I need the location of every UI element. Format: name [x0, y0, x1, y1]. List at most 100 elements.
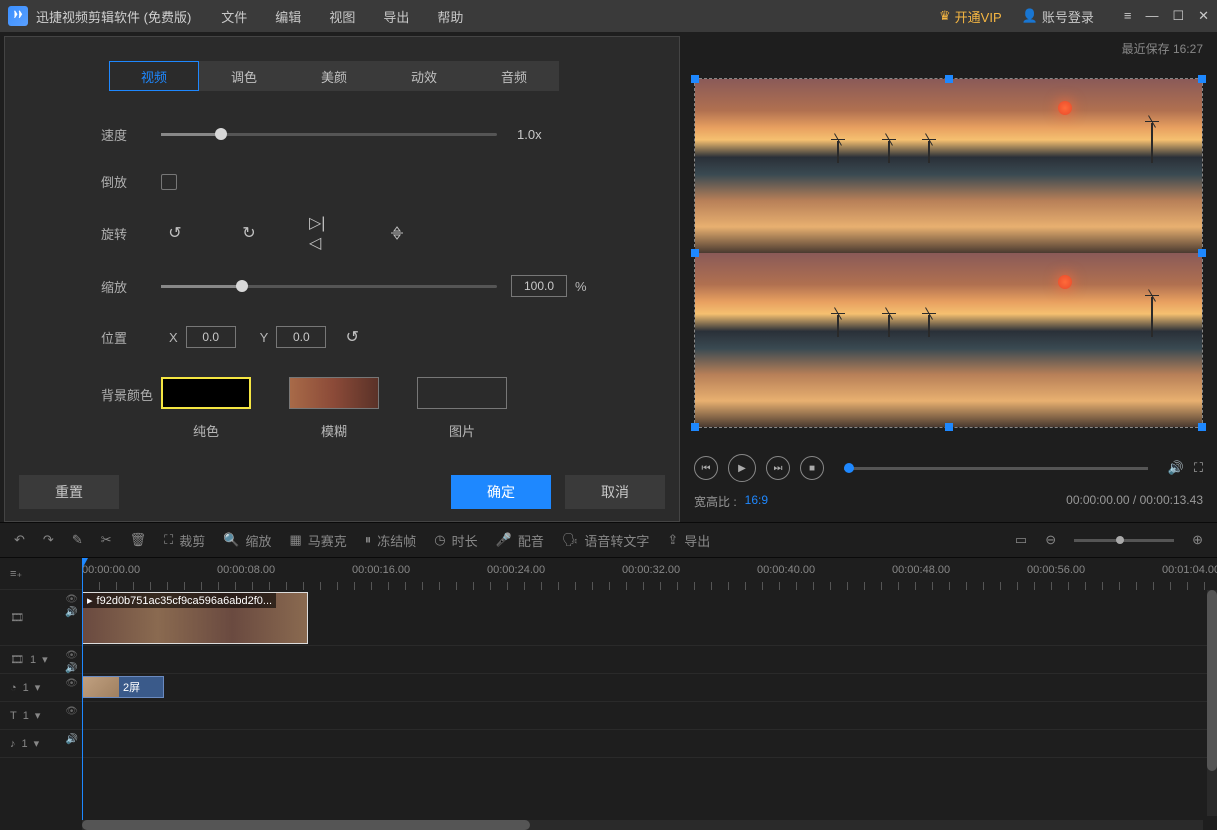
vertical-scrollbar[interactable] [1207, 590, 1217, 816]
next-frame-icon[interactable]: ⏭ [766, 456, 790, 480]
scale-label: 缩放 [101, 277, 161, 296]
speech-icon: 🗣 [562, 532, 579, 548]
bg-blur-swatch[interactable] [289, 377, 379, 409]
time-display: 00:00:00.00 / 00:00:13.43 [1066, 493, 1203, 510]
video-track-lane[interactable]: ▸f92d0b751ac35cf9ca596a6abd2f0... [82, 590, 1217, 646]
playback-controls: ⏮ ▶ ⏭ ■ 🔊 ⛶ [694, 454, 1203, 482]
zoom-in-icon[interactable]: ⊕ [1192, 532, 1203, 548]
duration-tool[interactable]: ◷时长 [434, 531, 477, 550]
minimize-icon[interactable]: ― [1145, 8, 1158, 24]
rotate-cw-icon[interactable]: ↻ [235, 219, 263, 247]
export-tool[interactable]: ⇪导出 [667, 531, 710, 550]
effect-clip[interactable]: 2屏 [82, 676, 164, 698]
effect-track-lane[interactable]: 2屏 [82, 674, 1217, 702]
zoom-slider[interactable] [1074, 539, 1174, 542]
tab-motion[interactable]: 动效 [379, 61, 469, 91]
stop-icon[interactable]: ■ [800, 456, 824, 480]
track-headers: ≡₊ 🎞👁🔊 🎞 1 ▾👁🔊 ◔ 1 ▾👁 T 1 ▾👁 ♪ 1 ▾🔊 [0, 558, 82, 828]
bg-solid-swatch[interactable] [161, 377, 251, 409]
pos-x-input[interactable] [186, 326, 236, 348]
ratio-value[interactable]: 16:9 [745, 493, 768, 510]
text-track-lane[interactable] [82, 702, 1217, 730]
vip-button[interactable]: ♛ 开通VIP [939, 7, 1002, 26]
text-track-header[interactable]: T 1 ▾👁 [0, 702, 82, 730]
mosaic-tool[interactable]: ▦马赛克 [289, 531, 346, 550]
rotate-ccw-icon[interactable]: ↺ [161, 219, 189, 247]
menu-view[interactable]: 视图 [329, 7, 355, 26]
tracks-area[interactable]: 00:00:00.00 00:00:08.00 00:00:16.00 00:0… [82, 558, 1217, 828]
close-icon[interactable]: ✕ [1198, 8, 1209, 24]
overlay-track-lane[interactable] [82, 646, 1217, 674]
volume-icon[interactable]: 🔊 [1168, 460, 1184, 476]
speed-slider[interactable] [161, 133, 497, 136]
fit-icon[interactable]: ▭ [1015, 532, 1027, 548]
add-track-button[interactable]: ≡₊ [0, 558, 82, 590]
menu-file[interactable]: 文件 [221, 7, 247, 26]
cut-icon[interactable]: ✂ [101, 532, 112, 548]
pos-x-label: X [169, 330, 178, 345]
login-button[interactable]: 👤 账号登录 [1022, 7, 1094, 26]
cancel-button[interactable]: 取消 [565, 475, 665, 509]
speed-value: 1.0x [517, 127, 542, 142]
reset-button[interactable]: 重置 [19, 475, 119, 509]
scale-slider[interactable] [161, 285, 497, 288]
fullscreen-icon[interactable]: ⛶ [1194, 460, 1203, 476]
bg-picture-label: 图片 [449, 421, 475, 440]
scale-unit: % [575, 279, 587, 294]
video-track-header[interactable]: 🎞👁🔊 [0, 590, 82, 646]
menu-edit[interactable]: 编辑 [275, 7, 301, 26]
bg-picture-swatch[interactable] [417, 377, 507, 409]
clip-name: f92d0b751ac35cf9ca596a6abd2f0... [97, 595, 273, 607]
redo-icon[interactable]: ↷ [43, 532, 54, 548]
ok-button[interactable]: 确定 [451, 475, 551, 509]
main-menu: 文件 编辑 视图 导出 帮助 [221, 7, 463, 26]
menu-help[interactable]: 帮助 [437, 7, 463, 26]
tab-beauty[interactable]: 美颜 [289, 61, 379, 91]
pos-y-input[interactable] [276, 326, 326, 348]
audio-track-header[interactable]: ♪ 1 ▾🔊 [0, 730, 82, 758]
ruler-tick: 00:00:24.00 [487, 564, 545, 576]
playhead[interactable] [82, 558, 83, 828]
timeline-toolbar: ↶ ↷ ✎ ✂ 🗑 ⛶裁剪 🔍缩放 ▦马赛克 ⏸冻结帧 ◷时长 🎤配音 🗣语音转… [0, 522, 1217, 558]
ratio-label: 宽高比 : [694, 493, 737, 510]
reverse-checkbox[interactable] [161, 174, 177, 190]
playback-progress[interactable] [844, 467, 1148, 470]
tab-audio[interactable]: 音频 [469, 61, 559, 91]
menu-export[interactable]: 导出 [383, 7, 409, 26]
pos-y-label: Y [260, 330, 269, 345]
play-icon[interactable]: ▶ [728, 454, 756, 482]
video-clip[interactable]: ▸f92d0b751ac35cf9ca596a6abd2f0... [82, 592, 308, 644]
tab-video[interactable]: 视频 [109, 61, 199, 91]
maximize-icon[interactable]: ☐ [1172, 8, 1184, 24]
edit-icon[interactable]: ✎ [72, 532, 83, 548]
zoom-out-icon[interactable]: ⊖ [1045, 532, 1056, 548]
horizontal-scrollbar[interactable] [82, 820, 1203, 830]
delete-icon[interactable]: 🗑 [130, 532, 147, 548]
crop-icon: ⛶ [164, 532, 173, 548]
flip-horizontal-icon[interactable]: ▷|◁ [309, 219, 337, 247]
menu-icon[interactable]: ≡ [1124, 8, 1132, 24]
audio-track-lane[interactable] [82, 730, 1217, 758]
overlay-track-header[interactable]: 🎞 1 ▾👁🔊 [0, 646, 82, 674]
ruler-tick: 00:00:08.00 [217, 564, 275, 576]
freeze-tool[interactable]: ⏸冻结帧 [365, 531, 417, 550]
reset-position-icon[interactable]: ↺ [340, 325, 364, 349]
tab-color[interactable]: 调色 [199, 61, 289, 91]
title-bar: 迅捷视频剪辑软件 (免费版) 文件 编辑 视图 导出 帮助 ♛ 开通VIP 👤 … [0, 0, 1217, 32]
flip-vertical-icon[interactable] [383, 219, 411, 247]
scale-input[interactable] [511, 275, 567, 297]
time-ruler[interactable]: 00:00:00.00 00:00:08.00 00:00:16.00 00:0… [82, 558, 1217, 590]
speech-to-text-tool[interactable]: 🗣语音转文字 [562, 531, 650, 550]
effect-track-header[interactable]: ◔ 1 ▾👁 [0, 674, 82, 702]
preview-canvas[interactable] [694, 78, 1203, 428]
undo-icon[interactable]: ↶ [14, 532, 25, 548]
zoom-tool[interactable]: 🔍缩放 [223, 531, 271, 550]
prev-frame-icon[interactable]: ⏮ [694, 456, 718, 480]
preview-upper [695, 79, 1202, 253]
app-title: 迅捷视频剪辑软件 (免费版) [36, 7, 191, 26]
crop-tool[interactable]: ⛶裁剪 [164, 531, 205, 550]
preview-lower [695, 253, 1202, 427]
speed-label: 速度 [101, 125, 161, 144]
last-save-label: 最近保存 16:27 [1122, 40, 1203, 57]
voiceover-tool[interactable]: 🎤配音 [496, 531, 544, 550]
